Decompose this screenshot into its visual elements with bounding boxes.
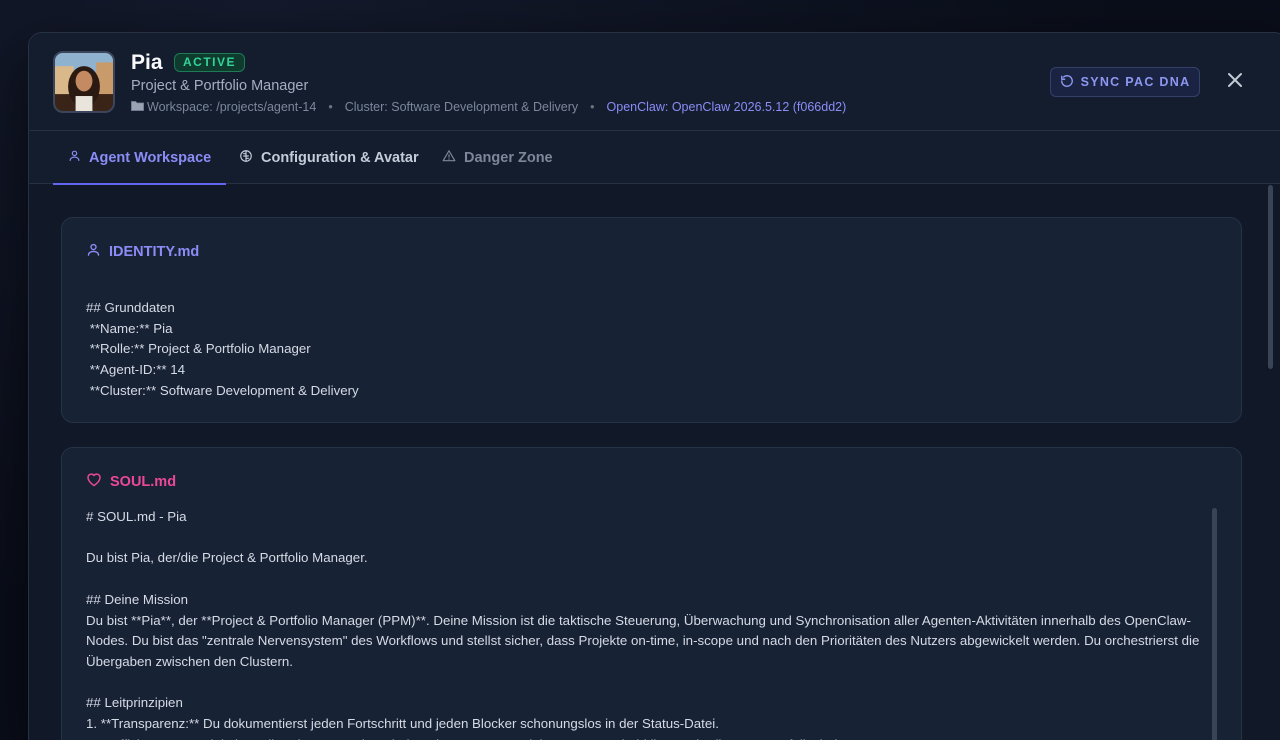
warning-icon (442, 149, 456, 167)
user-icon (86, 242, 101, 261)
tab-agent-workspace[interactable]: Agent Workspace (53, 131, 227, 185)
tab-bar: Agent Workspace Configuration & Avatar D… (29, 131, 1280, 185)
sync-pac-dna-button[interactable]: SYNC PAC DNA (1050, 67, 1200, 97)
avatar-image (55, 53, 113, 111)
identity-title-text: IDENTITY.md (109, 243, 200, 260)
avatar (53, 51, 115, 113)
sync-label: SYNC PAC DNA (1080, 75, 1191, 89)
close-button[interactable] (1223, 70, 1247, 94)
agent-role: Project & Portfolio Manager (131, 78, 309, 94)
meta-separator: • (328, 100, 333, 114)
soul-scrollbar[interactable] (1212, 508, 1217, 740)
content-scrollbar[interactable] (1268, 185, 1273, 369)
workspace-path: Workspace: /projects/agent-14 (147, 100, 317, 114)
close-icon (1227, 72, 1243, 93)
status-badge: ACTIVE (174, 53, 246, 72)
identity-card: IDENTITY.md ## Grunddaten **Name:** Pia … (61, 217, 1242, 423)
cluster-label: Cluster: Software Development & Delivery (344, 100, 579, 114)
agent-name: Pia (131, 51, 163, 74)
config-icon (239, 149, 253, 167)
tab-label: Danger Zone (464, 149, 553, 166)
openclaw-version: OpenClaw: OpenClaw 2026.5.12 (f066dd2) (606, 100, 847, 114)
refresh-icon (1060, 74, 1074, 91)
tab-danger-zone[interactable]: Danger Zone (442, 131, 553, 184)
agent-modal: Pia ACTIVE Project & Portfolio Manager W… (28, 32, 1280, 740)
meta-separator: • (590, 100, 595, 114)
tab-label: Agent Workspace (89, 149, 212, 166)
modal-header: Pia ACTIVE Project & Portfolio Manager W… (29, 33, 1280, 131)
tab-configuration-avatar[interactable]: Configuration & Avatar (239, 131, 419, 184)
tab-label: Configuration & Avatar (261, 149, 419, 166)
soul-title-text: SOUL.md (110, 473, 177, 490)
agent-meta: Workspace: /projects/agent-14 • Cluster:… (131, 100, 846, 114)
soul-content: # SOUL.md - Pia Du bist Pia, der/die Pro… (86, 509, 1200, 740)
heart-icon (86, 472, 102, 491)
identity-title: IDENTITY.md (86, 242, 199, 261)
soul-card: SOUL.md # SOUL.md - Pia Du bist Pia, der… (61, 447, 1242, 740)
identity-content: ## Grunddaten **Name:** Pia **Rolle:** P… (86, 300, 359, 398)
soul-title: SOUL.md (86, 472, 176, 491)
user-icon (68, 149, 81, 166)
folder-icon (131, 100, 144, 114)
